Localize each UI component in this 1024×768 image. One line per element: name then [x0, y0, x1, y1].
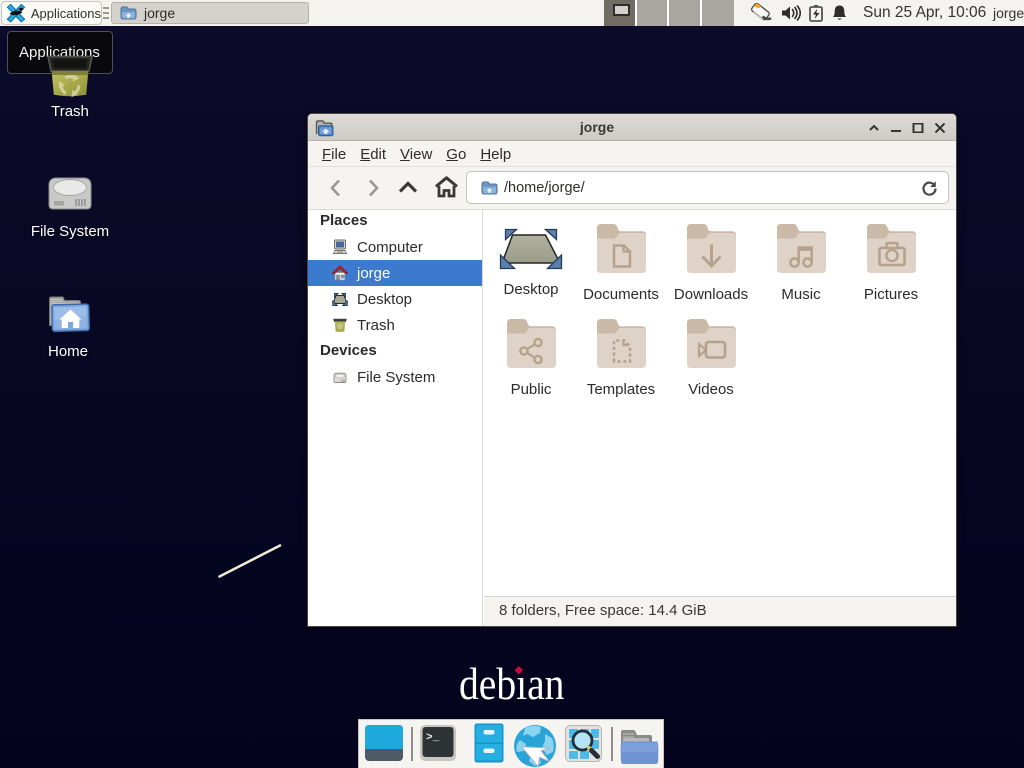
svg-text:>_: >_: [426, 732, 440, 744]
